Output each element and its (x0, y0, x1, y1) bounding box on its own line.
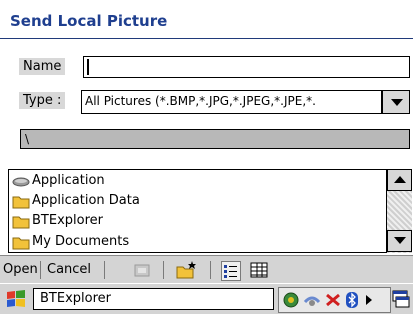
chevron-down-icon (394, 237, 406, 244)
list-item-label: BTExplorer (32, 213, 103, 228)
bluetooth-icon[interactable] (325, 292, 341, 308)
folder-icon (12, 196, 30, 209)
taskbar: BTExplorer (0, 283, 413, 314)
type-dropdown-button[interactable] (382, 90, 410, 114)
open-button[interactable]: Open (3, 256, 38, 284)
folder-icon (12, 216, 30, 229)
chevron-up-icon (394, 176, 406, 183)
toolbar-separator (163, 261, 164, 279)
type-label: Type : (19, 92, 66, 109)
toolbar-separator (40, 261, 41, 279)
bluetooth-radio-icon[interactable] (345, 291, 359, 309)
drive-icon (12, 177, 30, 187)
scroll-down-button[interactable] (387, 230, 412, 252)
title-divider (0, 38, 413, 39)
path-field: \ (20, 129, 410, 149)
toolbar: Open Cancel (0, 255, 413, 283)
arrow-icon[interactable] (365, 295, 373, 305)
up-folder-icon[interactable] (133, 262, 151, 278)
file-list[interactable]: Application Application Data BTExplorer … (8, 169, 412, 253)
new-folder-icon[interactable] (176, 260, 198, 280)
dialog-title: Send Local Picture (10, 12, 168, 30)
taskbar-active-app[interactable]: BTExplorer (33, 288, 274, 310)
vertical-scrollbar[interactable] (386, 169, 412, 253)
network-icon[interactable] (283, 292, 299, 308)
list-item-label: Application (32, 173, 105, 188)
name-label: Name (19, 58, 66, 75)
windows-start-icon[interactable] (4, 288, 28, 310)
chevron-down-icon (391, 99, 403, 106)
details-view-icon[interactable] (250, 262, 268, 278)
scroll-up-button[interactable] (387, 169, 412, 191)
system-tray (278, 287, 391, 313)
name-input[interactable] (83, 56, 410, 78)
cancel-button[interactable]: Cancel (47, 256, 91, 284)
desktop-icon[interactable] (391, 288, 411, 310)
list-item-label: Application Data (32, 193, 140, 208)
type-select[interactable]: All Pictures (*.BMP,*.JPG,*.JPEG,*.JPE,*… (81, 90, 382, 114)
folder-icon (12, 237, 30, 250)
toolbar-separator (210, 261, 211, 279)
connection-icon[interactable] (303, 292, 321, 308)
list-item-label: My Documents (32, 234, 130, 249)
toolbar-separator (104, 261, 105, 279)
list-view-icon[interactable] (221, 261, 241, 281)
text-caret (87, 59, 89, 75)
